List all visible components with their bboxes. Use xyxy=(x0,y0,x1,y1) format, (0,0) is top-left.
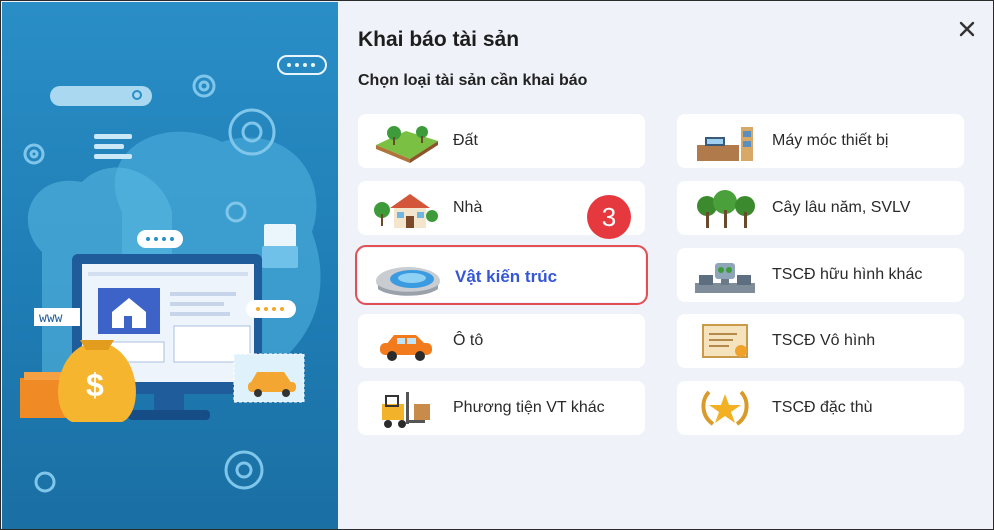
step-marker: 3 xyxy=(587,195,631,239)
land-icon xyxy=(376,126,438,163)
asset-declaration-dialog: www $ Khai báo tài sản Chọn loại tài sản… xyxy=(0,0,994,530)
asset-card-perennial-trees[interactable]: Cây lâu năm, SVLV xyxy=(677,181,964,235)
asset-card-label: Cây lâu năm, SVLV xyxy=(772,199,911,216)
illustration: www $ xyxy=(20,55,327,493)
dialog-subtitle: Chọn loại tài sản cần khai báo xyxy=(358,72,588,89)
robot-icon xyxy=(695,263,755,293)
asset-card-other-vehicles[interactable]: Phương tiện VT khác xyxy=(358,381,645,435)
asset-card-label: Máy móc thiết bị xyxy=(772,132,889,149)
search-bar-graphic xyxy=(50,86,152,106)
asset-card-car[interactable]: Ô tô xyxy=(358,314,645,368)
pool-icon xyxy=(376,267,440,296)
dollar-sign: $ xyxy=(86,367,104,403)
www-text: www xyxy=(39,311,63,326)
forklift-icon xyxy=(382,392,430,428)
car-graphic xyxy=(233,353,305,403)
asset-card-label: TSCĐ đặc thù xyxy=(772,399,873,416)
dialog-title: Khai báo tài sản xyxy=(358,28,520,51)
car-icon xyxy=(380,335,432,361)
certificate-icon xyxy=(702,324,748,358)
asset-card-label: TSCĐ Vô hình xyxy=(772,332,876,349)
close-icon xyxy=(959,21,975,37)
trees-icon xyxy=(697,190,755,228)
illustration-panel: www $ xyxy=(2,2,338,529)
asset-card-architecture[interactable]: Vật kiến trúc xyxy=(355,245,648,305)
asset-card-label: Vật kiến trúc xyxy=(455,267,558,286)
asset-card-label: Đất xyxy=(453,132,478,149)
laurel-star-icon xyxy=(701,390,749,426)
asset-card-other-tangible[interactable]: TSCĐ hữu hình khác xyxy=(677,248,964,302)
asset-card-label: TSCĐ hữu hình khác xyxy=(772,266,923,283)
asset-card-label: Ô tô xyxy=(453,332,484,349)
asset-card-label: Nhà xyxy=(453,199,483,216)
machinery-icon xyxy=(697,127,753,161)
asset-card-intangible[interactable]: TSCĐ Vô hình xyxy=(677,314,964,368)
money-bag-graphic: $ xyxy=(20,340,136,422)
asset-card-machinery[interactable]: Máy móc thiết bị xyxy=(677,114,964,168)
right-panel: Khai báo tài sản Chọn loại tài sản cần k… xyxy=(338,2,993,529)
asset-card-special[interactable]: TSCĐ đặc thù xyxy=(677,381,964,435)
house-icon xyxy=(374,194,438,228)
close-button[interactable] xyxy=(954,16,980,42)
asset-card-label: Phương tiện VT khác xyxy=(453,399,605,416)
asset-card-land[interactable]: Đất xyxy=(358,114,645,168)
